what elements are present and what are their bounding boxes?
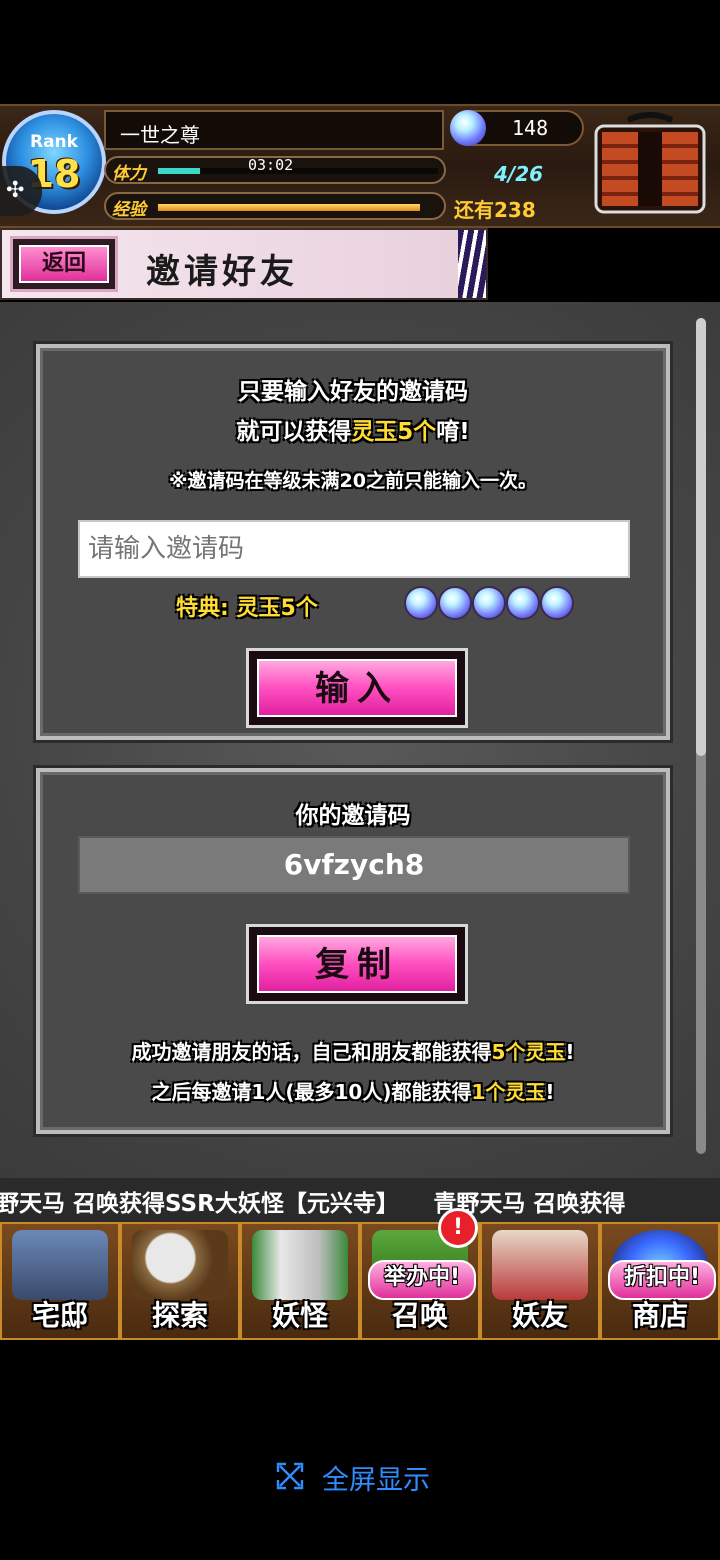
- scrollbar-thumb[interactable]: [696, 318, 706, 756]
- stamina-count: 4/26: [494, 162, 544, 186]
- ticker-text: 野天马 召唤获得SSR大妖怪【元兴寺】 青野天马 召唤获得: [0, 1191, 626, 1217]
- gem-count: 148: [512, 116, 549, 140]
- treasure-chest-icon[interactable]: [588, 112, 712, 216]
- main-content: 只要输入好友的邀请码 就可以获得灵玉5个唷! ※邀请码在等级未满20之前只能输入…: [0, 302, 720, 1178]
- stamina-track: [158, 168, 438, 174]
- nav-item-yokai[interactable]: 妖怪: [240, 1222, 360, 1340]
- player-name-box: 一世之尊: [104, 110, 444, 150]
- fox-girl-icon: [492, 1230, 588, 1300]
- reward-line2-suffix: !: [545, 1080, 555, 1104]
- back-button-label: 返回: [19, 245, 109, 283]
- status-header: Rank 18 ✣ 一世之尊 体力 03:02 经验 148 4/26 还有23…: [0, 104, 720, 228]
- reward-line1-prefix: 成功邀请朋友的话，自己和朋友都能获得: [131, 1040, 492, 1064]
- my-invite-code-panel: 你的邀请码 6vfzych8 复制 成功邀请朋友的话，自己和朋友都能获得5个灵玉…: [33, 765, 673, 1137]
- spirit-jade-icon: [472, 586, 506, 620]
- alert-badge: !: [438, 1208, 478, 1248]
- enter-button-label: 输入: [257, 659, 457, 717]
- title-decoration: [458, 230, 486, 298]
- exp-bar: 经验: [104, 192, 446, 220]
- news-ticker: 野天马 召唤获得SSR大妖怪【元兴寺】 青野天马 召唤获得: [0, 1178, 720, 1222]
- back-button[interactable]: 返回: [10, 236, 118, 292]
- nav-item-explore[interactable]: 探索: [120, 1222, 240, 1340]
- invite-code-input[interactable]: [78, 520, 630, 578]
- spirit-jade-icon: [404, 586, 438, 620]
- mansion-icon: [12, 1230, 108, 1300]
- my-invite-code-value[interactable]: 6vfzych8: [78, 836, 630, 894]
- my-code-title: 你的邀请码: [295, 803, 411, 829]
- spirit-jade-icon: [540, 586, 574, 620]
- spirit-jade-icon: [450, 110, 486, 146]
- reward-text-line2: 之后每邀请1人(最多10人)都能获得1个灵玉!: [40, 1076, 666, 1105]
- intro-text-line2: 就可以获得灵玉5个唷!: [40, 412, 666, 446]
- exp-fill: [158, 204, 421, 211]
- stamina-fill: [158, 168, 200, 174]
- enter-button[interactable]: 输入: [246, 648, 468, 728]
- nav-label: 商店: [631, 1299, 688, 1332]
- nav-label: 探索: [151, 1299, 208, 1332]
- nav-item-mansion[interactable]: 宅邸: [0, 1222, 120, 1340]
- player-name: 一世之尊: [120, 123, 200, 147]
- intro-line2-prefix: 就可以获得: [236, 419, 352, 445]
- page-title: 邀请好友: [146, 252, 298, 292]
- title-bar: 返回 邀请好友: [0, 228, 488, 300]
- expand-icon: [276, 1462, 304, 1490]
- stamina-timer: 03:02: [248, 156, 294, 174]
- spirit-jade-icon: [506, 586, 540, 620]
- reward-line2-prefix: 之后每邀请1人(最多10人)都能获得: [151, 1080, 472, 1104]
- fullscreen-label: 全屏显示: [322, 1465, 430, 1496]
- stamina-bar: 体力 03:02: [104, 156, 446, 184]
- scrollbar[interactable]: [696, 318, 706, 1154]
- magnifier-map-icon: [132, 1230, 228, 1300]
- copy-button-label: 复制: [257, 935, 457, 993]
- yokai-scroll-icon: [252, 1230, 348, 1300]
- invite-limit-note: ※邀请码在等级未满20之前只能输入一次。: [169, 470, 537, 492]
- nav-label: 妖友: [511, 1299, 568, 1332]
- intro-line2-highlight: 灵玉5个: [351, 419, 437, 445]
- reward-line1-highlight: 5个灵玉: [491, 1040, 566, 1064]
- bonus-label: 特典: 灵玉5个: [176, 596, 318, 621]
- enter-invite-code-panel: 只要输入好友的邀请码 就可以获得灵玉5个唷! ※邀请码在等级未满20之前只能输入…: [33, 341, 673, 743]
- copy-button[interactable]: 复制: [246, 924, 468, 1004]
- reward-text-line1: 成功邀请朋友的话，自己和朋友都能获得5个灵玉!: [40, 1036, 666, 1065]
- reward-line2-highlight: 1个灵玉: [471, 1080, 546, 1104]
- intro-line2-suffix: 唷!: [436, 419, 470, 445]
- nav-label: 召唤: [391, 1299, 448, 1332]
- exp-remaining: 还有238: [454, 198, 536, 222]
- intro-text-line1: 只要输入好友的邀请码: [238, 379, 468, 405]
- reward-line1-suffix: !: [565, 1040, 575, 1064]
- rank-label: Rank: [30, 132, 78, 152]
- bottom-nav: 宅邸 探索 妖怪 举办中! 召唤 妖友 折扣中! 商店 !: [0, 1208, 720, 1340]
- nav-item-friends[interactable]: 妖友: [480, 1222, 600, 1340]
- spirit-jade-icon: [438, 586, 472, 620]
- nav-item-shop[interactable]: 折扣中! 商店: [600, 1222, 720, 1340]
- exp-label: 经验: [112, 200, 146, 220]
- gem-counter[interactable]: 148: [450, 110, 584, 146]
- nav-label: 妖怪: [271, 1299, 328, 1332]
- nav-label: 宅邸: [31, 1299, 88, 1332]
- stamina-label: 体力: [112, 164, 146, 184]
